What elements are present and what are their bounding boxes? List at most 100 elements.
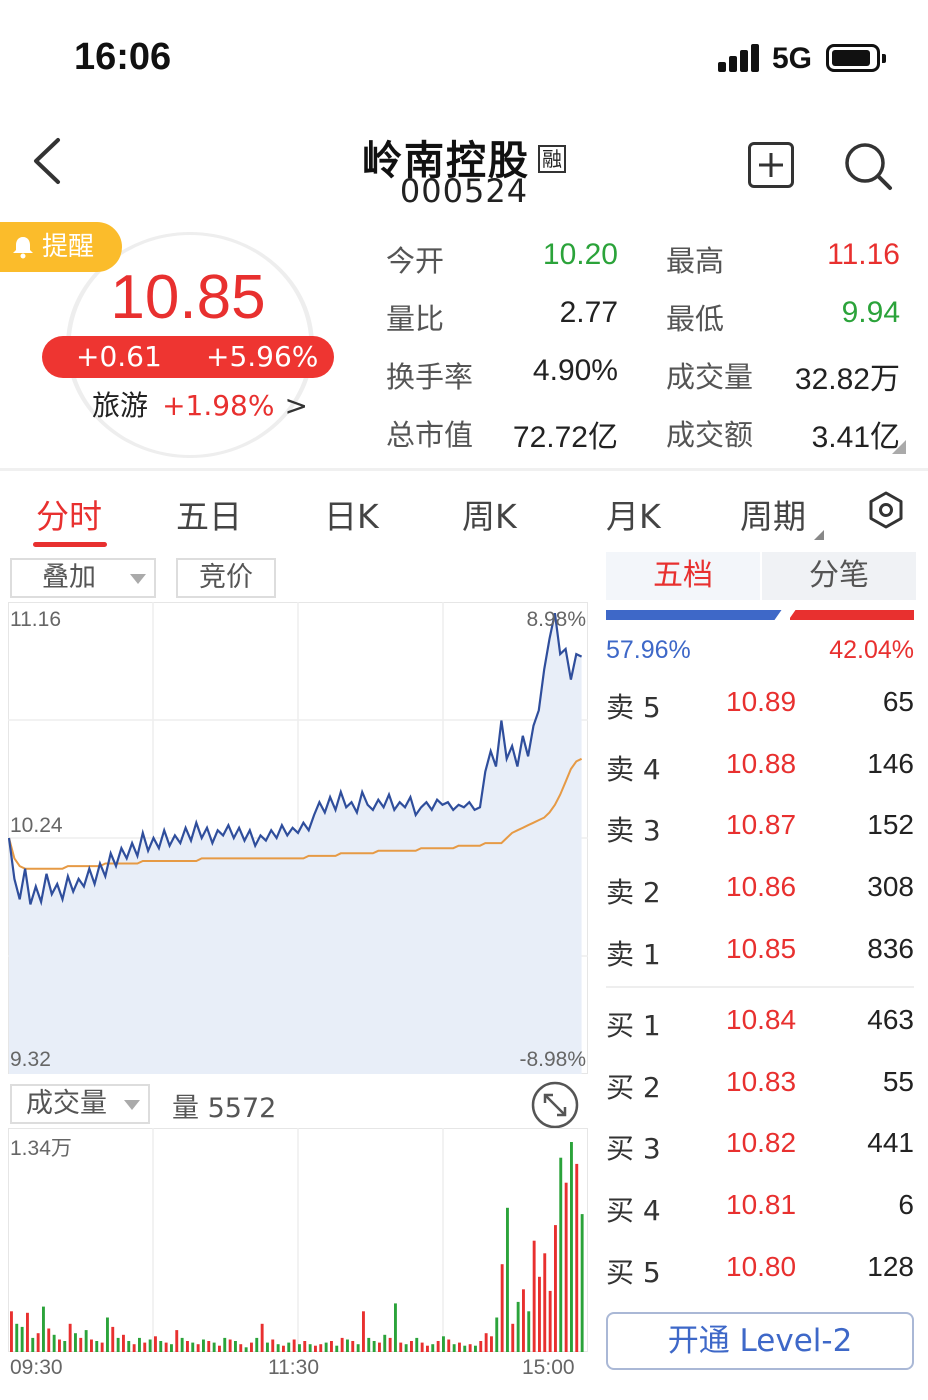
x-label-noon: 11:30 [268, 1356, 319, 1379]
auction-button[interactable]: 竞价 [176, 558, 276, 598]
level-price: 10.80 [726, 1250, 797, 1282]
volume-bar [207, 1341, 211, 1352]
sector-pct: +1.98% [162, 389, 275, 422]
volume-bar [431, 1344, 435, 1352]
tab-tick-trades[interactable]: 分笔 [762, 552, 916, 600]
ask-level-row[interactable]: 卖 2 10.86 308 [606, 871, 914, 911]
bid-level-row[interactable]: 买 2 10.83 55 [606, 1066, 914, 1106]
dropdown-icon [130, 574, 146, 584]
tab-period[interactable]: 周期 [740, 490, 806, 538]
volume-bar [570, 1142, 573, 1352]
volume-bar [175, 1330, 179, 1352]
status-time: 16:06 [74, 36, 172, 78]
pct-label-bottom: -8.98% [519, 1048, 586, 1071]
tab-five-day[interactable]: 五日 [176, 490, 242, 538]
stat-value: 9.94 [841, 296, 900, 329]
volume-chart[interactable] [8, 1128, 588, 1352]
volume-bar [196, 1344, 200, 1352]
volume-bar [495, 1317, 499, 1352]
sector-name: 旅游 [92, 389, 149, 422]
volume-bar [335, 1345, 339, 1352]
stat-label: 换手率 [386, 360, 474, 394]
network-label: 5G [772, 42, 813, 75]
ask-level-row[interactable]: 卖 5 10.89 65 [606, 686, 914, 726]
stat-value: 11.16 [827, 238, 900, 271]
level-qty: 6 [898, 1189, 914, 1221]
volume-bar [474, 1345, 477, 1352]
level-price: 10.87 [726, 809, 797, 841]
volume-bar [314, 1345, 317, 1352]
sector-link[interactable]: 旅游 +1.98% > [60, 384, 340, 424]
volume-bar [159, 1341, 163, 1352]
volume-bar [202, 1339, 205, 1352]
stat-label: 最高 [666, 244, 725, 278]
stat-label: 最低 [666, 302, 725, 336]
volume-bar [420, 1342, 424, 1352]
volume-bar [319, 1344, 323, 1352]
volume-bar [223, 1337, 227, 1352]
fullscreen-icon[interactable] [530, 1080, 580, 1130]
volume-bar [250, 1342, 253, 1352]
level-qty: 152 [867, 809, 914, 841]
change-pill: +0.61 +5.96% [42, 336, 334, 378]
ask-level-row[interactable]: 卖 1 10.85 836 [606, 933, 914, 973]
tab-five-levels[interactable]: 五档 [606, 552, 760, 600]
chevron-right-icon: > [284, 389, 308, 422]
y-label-bottom: 9.32 [10, 1048, 51, 1071]
volume-bar [58, 1339, 61, 1352]
stat-value: 3.41亿 [811, 421, 900, 454]
level2-button[interactable]: 开通 Level-2 [606, 1312, 914, 1370]
volume-indicator-select[interactable]: 成交量 [10, 1084, 150, 1124]
y-label-mid: 10.24 [10, 814, 63, 837]
margin-badge: 融 [538, 145, 566, 173]
y-label-top: 11.16 [10, 608, 61, 631]
tab-weekly-k[interactable]: 周K [462, 490, 517, 538]
tab-underline [33, 542, 107, 547]
stat-label: 成交量 [666, 360, 754, 394]
volume-bar [564, 1182, 568, 1352]
add-watchlist-button[interactable] [748, 142, 794, 188]
volume-bar [100, 1342, 104, 1352]
tab-intraday[interactable]: 分时 [36, 490, 102, 538]
ask-level-row[interactable]: 卖 3 10.87 152 [606, 809, 914, 849]
overlay-label: 叠加 [42, 562, 96, 593]
level-label: 买 2 [606, 1070, 661, 1104]
tab-monthly-k[interactable]: 月K [606, 490, 661, 538]
volume-bar [372, 1341, 376, 1352]
bid-level-row[interactable]: 买 3 10.82 441 [606, 1127, 914, 1167]
level-label: 卖 1 [606, 937, 661, 971]
volume-bar [143, 1342, 147, 1352]
volume-bar [63, 1341, 67, 1352]
volume-bar [74, 1333, 77, 1352]
volume-bar [218, 1345, 221, 1352]
volume-bar [543, 1253, 547, 1352]
volume-bar [346, 1339, 349, 1352]
intraday-chart[interactable] [8, 602, 588, 1074]
level-label: 买 5 [606, 1255, 661, 1289]
volume-bar [410, 1341, 413, 1352]
volume-bar [436, 1341, 440, 1352]
x-label-close: 15:00 [522, 1356, 575, 1379]
bid-level-row[interactable]: 买 4 10.81 6 [606, 1189, 914, 1229]
dropdown-icon [124, 1100, 140, 1110]
volume-bar [138, 1337, 141, 1352]
stat-value: 32.82万 [794, 363, 900, 396]
auction-label: 竞价 [199, 562, 253, 593]
bid-level-row[interactable]: 买 1 10.84 463 [606, 1004, 914, 1044]
expand-corner-icon[interactable] [892, 440, 906, 454]
chart-settings-icon[interactable] [866, 490, 906, 530]
volume-bar [324, 1342, 328, 1352]
bid-level-row[interactable]: 买 5 10.80 128 [606, 1251, 914, 1291]
tab-daily-k[interactable]: 日K [324, 490, 379, 538]
volume-bar [79, 1337, 83, 1352]
overlay-select[interactable]: 叠加 [10, 558, 156, 598]
ask-level-row[interactable]: 卖 4 10.88 146 [606, 748, 914, 788]
volume-bar [426, 1345, 429, 1352]
search-icon[interactable] [842, 140, 894, 192]
alert-label: 提醒 [42, 232, 95, 262]
x-label-open: 09:30 [10, 1356, 63, 1379]
volume-bar [490, 1336, 493, 1352]
volume-bar [148, 1339, 152, 1352]
signal-icon [718, 44, 762, 72]
level-label: 卖 2 [606, 876, 661, 910]
